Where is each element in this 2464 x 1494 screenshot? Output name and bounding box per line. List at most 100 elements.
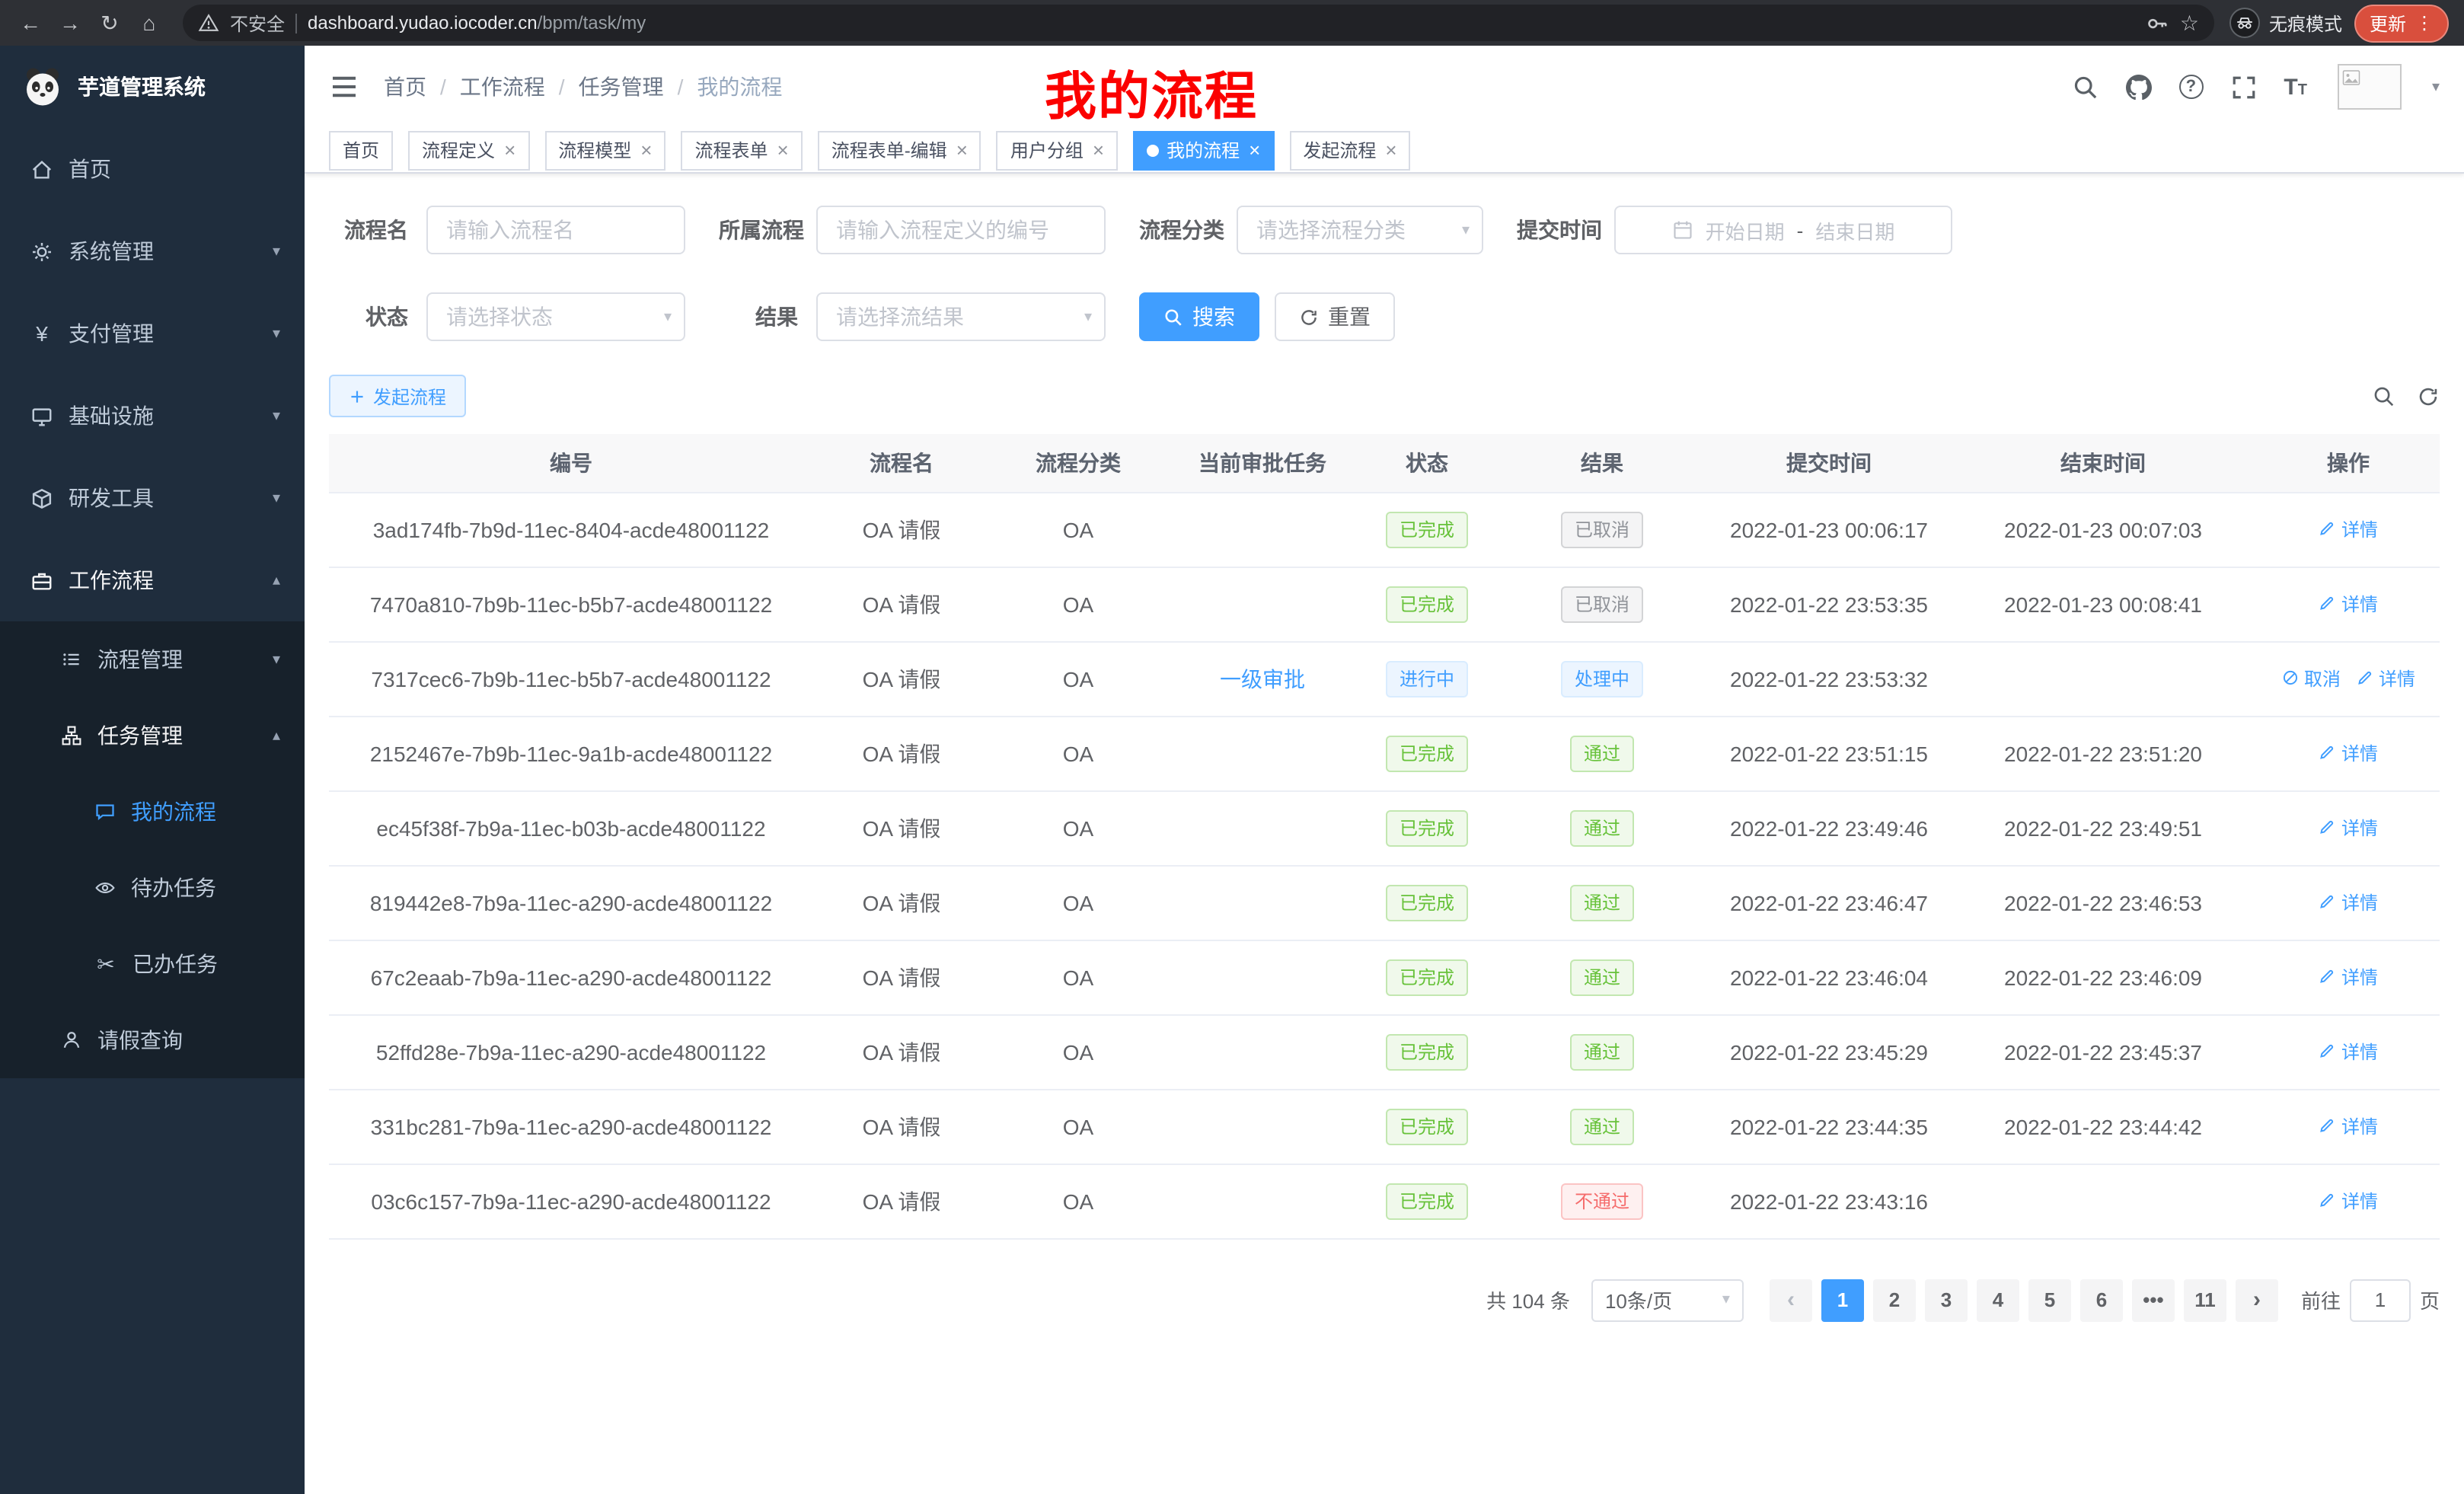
detail-link[interactable]: 详情: [2319, 740, 2378, 766]
process-def-input[interactable]: [816, 206, 1106, 254]
browser-forward-icon[interactable]: →: [52, 5, 88, 41]
page-button-11[interactable]: 11: [2184, 1279, 2226, 1321]
status-tag: 已完成: [1386, 511, 1468, 547]
cell-status: 进行中: [1358, 641, 1495, 716]
detail-link[interactable]: 详情: [2356, 666, 2415, 691]
search-button[interactable]: 搜索: [1139, 292, 1259, 341]
cell-actions: 详情: [2257, 716, 2440, 790]
page-size-value: 10条/页: [1605, 1285, 1672, 1314]
address-bar[interactable]: 不安全 dashboard.yudao.iocoder.cn/bpm/task/…: [183, 5, 2214, 41]
sidebar-item-todo-tasks[interactable]: 待办任务: [0, 850, 305, 926]
process-name-input[interactable]: [426, 206, 685, 254]
avatar-caret-icon[interactable]: ▾: [2432, 78, 2440, 95]
browser-update-button[interactable]: 更新 ⋮: [2354, 4, 2449, 42]
page-size-select[interactable]: 10条/页 ▾: [1591, 1279, 1744, 1321]
detail-link[interactable]: 详情: [2319, 1039, 2378, 1065]
refresh-table-icon[interactable]: [2417, 385, 2440, 407]
app-logo[interactable]: 芋道管理系统: [0, 46, 305, 128]
page-button-5[interactable]: 5: [2028, 1279, 2071, 1321]
browser-back-icon[interactable]: ←: [12, 5, 49, 41]
detail-link[interactable]: 详情: [2319, 889, 2378, 915]
cell-id: 7470a810-7b9b-11ec-b5b7-acde48001122: [329, 567, 813, 641]
tab-close-icon[interactable]: ×: [777, 140, 789, 160]
browser-home-icon[interactable]: ⌂: [131, 5, 168, 41]
result-select[interactable]: 请选择流结果 ▾: [816, 292, 1106, 341]
cancel-link[interactable]: 取消: [2281, 666, 2341, 691]
page-button-3[interactable]: 3: [1925, 1279, 1968, 1321]
toggle-search-icon[interactable]: [2373, 385, 2395, 407]
result-tag: 通过: [1570, 735, 1634, 771]
submit-time-range-picker[interactable]: 开始日期 - 结束日期: [1614, 206, 1952, 254]
current-task-link[interactable]: 一级审批: [1220, 666, 1305, 691]
tab-close-icon[interactable]: ×: [1385, 140, 1396, 160]
security-label[interactable]: 不安全: [230, 10, 285, 36]
tab-流程模型[interactable]: 流程模型×: [544, 130, 665, 170]
detail-link[interactable]: 详情: [2319, 591, 2378, 617]
tab-流程定义[interactable]: 流程定义×: [408, 130, 529, 170]
sidebar-item-dev-tools[interactable]: 研发工具 ▾: [0, 457, 305, 539]
cell-status: 已完成: [1358, 567, 1495, 641]
search-icon[interactable]: [2072, 74, 2098, 100]
reset-button[interactable]: 重置: [1275, 292, 1395, 341]
sidebar-toggle-icon[interactable]: [329, 72, 359, 102]
tab-流程表单[interactable]: 流程表单×: [681, 130, 802, 170]
status-select[interactable]: 请选择状态 ▾: [426, 292, 685, 341]
tab-流程表单-编辑[interactable]: 流程表单-编辑×: [818, 130, 981, 170]
page-button-4[interactable]: 4: [1977, 1279, 2019, 1321]
page-url: dashboard.yudao.iocoder.cn/bpm/task/my: [308, 12, 646, 34]
sidebar-item-task-mgmt[interactable]: 任务管理 ▴: [0, 698, 305, 774]
sidebar-item-system[interactable]: 系统管理 ▾: [0, 210, 305, 292]
sidebar-item-done-tasks[interactable]: ✂ 已办任务: [0, 926, 305, 1002]
sidebar-item-process-mgmt[interactable]: 流程管理 ▾: [0, 621, 305, 698]
tab-发起流程[interactable]: 发起流程×: [1289, 130, 1410, 170]
tab-close-icon[interactable]: ×: [956, 140, 968, 160]
prev-page-button[interactable]: ‹: [1770, 1279, 1812, 1321]
page-button-6[interactable]: 6: [2080, 1279, 2123, 1321]
table-row: 7470a810-7b9b-11ec-b5b7-acde48001122OA 请…: [329, 567, 2440, 641]
goto-page-input[interactable]: [2350, 1279, 2411, 1321]
sidebar-item-my-process[interactable]: 我的流程: [0, 774, 305, 850]
detail-link[interactable]: 详情: [2319, 1113, 2378, 1139]
cell-category: OA: [990, 641, 1167, 716]
cell-id: 819442e8-7b9a-11ec-a290-acde48001122: [329, 865, 813, 940]
bookmark-star-icon[interactable]: ☆: [2180, 10, 2199, 36]
sidebar-item-workflow[interactable]: 工作流程 ▴: [0, 539, 305, 621]
breadcrumb-task-mgmt[interactable]: 任务管理: [579, 72, 664, 102]
tab-close-icon[interactable]: ×: [1249, 140, 1260, 160]
page-button-1[interactable]: 1: [1821, 1279, 1864, 1321]
font-size-icon[interactable]: TT: [2284, 75, 2307, 98]
browser-reload-icon[interactable]: ↻: [91, 5, 128, 41]
table-toolbar: 发起流程: [329, 375, 2440, 417]
create-process-button[interactable]: 发起流程: [329, 375, 466, 417]
tab-close-icon[interactable]: ×: [504, 140, 515, 160]
page-button-2[interactable]: 2: [1873, 1279, 1916, 1321]
github-icon[interactable]: [2125, 74, 2151, 100]
fullscreen-icon[interactable]: [2230, 74, 2256, 100]
sidebar-item-infra[interactable]: 基础设施 ▾: [0, 375, 305, 457]
detail-link[interactable]: 详情: [2319, 516, 2378, 542]
password-key-icon[interactable]: [2146, 11, 2169, 34]
sidebar: 芋道管理系统 首页 系统管理 ▾ ¥ 支付管理 ▾: [0, 46, 305, 1494]
tab-close-icon[interactable]: ×: [1093, 140, 1104, 160]
tab-close-icon[interactable]: ×: [640, 140, 652, 160]
tab-首页[interactable]: 首页: [329, 130, 393, 170]
tab-我的流程[interactable]: 我的流程×: [1133, 130, 1274, 170]
goto-suffix: 页: [2420, 1285, 2440, 1314]
detail-link[interactable]: 详情: [2319, 1188, 2378, 1214]
avatar[interactable]: [2338, 64, 2402, 110]
page-ellipsis-button[interactable]: •••: [2132, 1279, 2175, 1321]
breadcrumb-workflow[interactable]: 工作流程: [460, 72, 545, 102]
category-select[interactable]: 请选择流程分类 ▾: [1237, 206, 1483, 254]
sidebar-item-leave-query[interactable]: 请假查询: [0, 1002, 305, 1078]
detail-link[interactable]: 详情: [2319, 964, 2378, 990]
detail-link[interactable]: 详情: [2319, 815, 2378, 841]
tab-用户分组[interactable]: 用户分组×: [997, 130, 1118, 170]
app-title: 芋道管理系统: [78, 72, 206, 102]
next-page-button[interactable]: ›: [2236, 1279, 2278, 1321]
browser-menu-icon[interactable]: ⋮: [2415, 14, 2434, 32]
sidebar-item-home[interactable]: 首页: [0, 128, 305, 210]
sidebar-item-payment[interactable]: ¥ 支付管理 ▾: [0, 292, 305, 375]
help-icon[interactable]: ?: [2178, 75, 2203, 99]
breadcrumb-home[interactable]: 首页: [384, 72, 426, 102]
action-label: 详情: [2341, 591, 2378, 617]
